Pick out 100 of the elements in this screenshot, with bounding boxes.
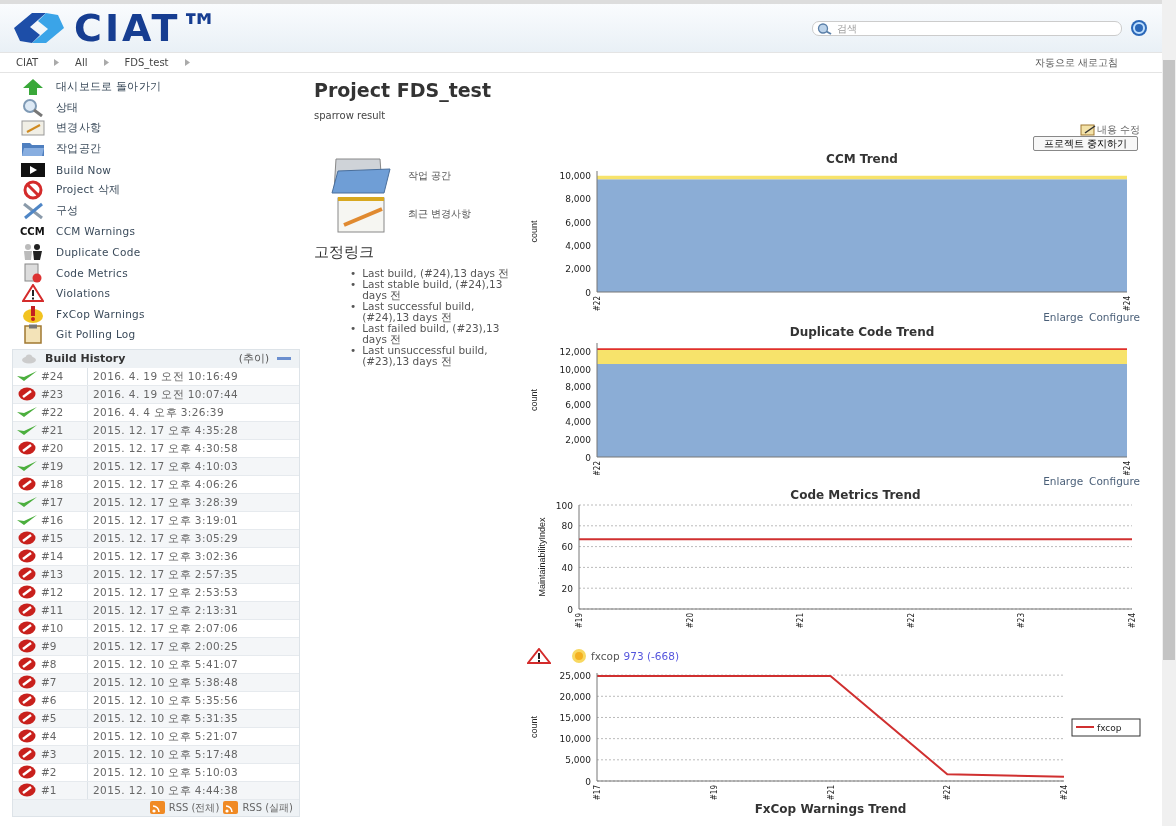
edit-description-link[interactable]: 내용 수정	[1096, 123, 1140, 137]
search-field[interactable]: 검색	[812, 20, 1122, 36]
scrollbar-thumb[interactable]	[1163, 60, 1175, 660]
axis-label: count	[529, 716, 539, 738]
build-number-link[interactable]: #20	[41, 442, 87, 455]
build-date-link[interactable]: 2015. 12. 10 오후 5:17:48	[87, 745, 299, 763]
breadcrumb-link[interactable]: FDS_test	[124, 57, 169, 68]
chart-link[interactable]: Enlarge	[1043, 475, 1084, 489]
chart-legend: fxcop	[1071, 718, 1141, 737]
sidebar-item[interactable]: CCM CCM Warnings	[20, 221, 310, 242]
collapse-icon[interactable]	[277, 356, 291, 361]
sidebar-item[interactable]: Violations	[20, 282, 310, 304]
build-number-link[interactable]: #15	[41, 532, 87, 545]
sidebar-item[interactable]: Build Now	[20, 159, 310, 180]
chart-link[interactable]: Configure	[1089, 311, 1140, 325]
permalink[interactable]: Last stable build, (#24),13 days 전	[362, 279, 519, 301]
build-date-link[interactable]: 2015. 12. 17 오후 2:00:25	[87, 637, 299, 655]
build-date-link[interactable]: 2015. 12. 10 오후 5:21:07	[87, 727, 299, 745]
build-number-link[interactable]: #7	[41, 676, 87, 689]
bullet-mark: •	[350, 345, 357, 358]
build-date-link[interactable]: 2015. 12. 17 오후 4:30:58	[87, 439, 299, 457]
build-date-link[interactable]: 2015. 12. 17 오후 2:07:06	[87, 619, 299, 637]
build-number-link[interactable]: #14	[41, 550, 87, 563]
rss-link[interactable]: RSS (실패)	[242, 800, 293, 815]
permalink[interactable]: Last build, (#24),13 days 전	[362, 268, 510, 279]
build-date-link[interactable]: 2015. 12. 17 오후 4:35:28	[87, 421, 299, 439]
axis-label: count	[529, 389, 539, 411]
tick-label: 60	[561, 542, 573, 553]
sidebar-item[interactable]: 상태	[20, 97, 310, 119]
sidebar-item[interactable]: Git Polling Log	[20, 324, 310, 345]
disable-project-button[interactable]: 프로젝트 중지하기	[1032, 136, 1138, 151]
build-date-link[interactable]: 2015. 12. 10 오후 5:31:35	[87, 709, 299, 727]
build-date-link[interactable]: 2015. 12. 10 오후 5:41:07	[87, 655, 299, 673]
sidebar-item[interactable]: 대시보드로 돌아가기	[20, 77, 310, 98]
shortcut-link[interactable]: 최근 변경사항	[408, 207, 472, 221]
build-number-link[interactable]: #1	[41, 784, 87, 797]
tick-label: #19	[709, 785, 719, 801]
build-number-link[interactable]: #23	[41, 388, 87, 401]
sidebar-item[interactable]: 구성	[20, 200, 310, 222]
build-date-link[interactable]: 2015. 12. 17 오후 3:28:39	[87, 493, 299, 511]
tick-label: #24	[1123, 296, 1132, 311]
build-date-link[interactable]: 2015. 12. 17 오후 3:02:36	[87, 547, 299, 565]
project-title: Project FDS_test	[314, 79, 492, 101]
build-number-link[interactable]: #21	[41, 424, 87, 437]
sidebar-item[interactable]: 작업공간	[20, 138, 310, 160]
build-date-link[interactable]: 2015. 12. 10 오후 4:44:38	[87, 781, 299, 799]
build-date-link[interactable]: 2015. 12. 10 오후 5:35:56	[87, 691, 299, 709]
build-number-link[interactable]: #8	[41, 658, 87, 671]
sidebar-item[interactable]: Project 삭제	[20, 179, 310, 201]
build-date-link[interactable]: 2015. 12. 10 오후 5:10:03	[87, 763, 299, 781]
shortcut-link[interactable]: 작업 공간	[408, 169, 452, 183]
build-date-link[interactable]: 2016. 4. 19 오전 10:16:49	[87, 367, 299, 385]
tick-label: 6,000	[565, 217, 591, 228]
build-number-link[interactable]: #6	[41, 694, 87, 707]
chart-link[interactable]: Enlarge	[1043, 311, 1084, 325]
permalink[interactable]: Last successful build, (#24),13 days 전	[362, 301, 519, 323]
build-date-link[interactable]: 2015. 12. 10 오후 5:38:48	[87, 673, 299, 691]
permalink[interactable]: Last failed build, (#23),13 days 전	[362, 323, 519, 345]
sidebar-item[interactable]: 변경사항	[20, 118, 310, 139]
bullet-mark: •	[350, 323, 357, 336]
help-icon[interactable]	[1130, 19, 1148, 37]
build-date-link[interactable]: 2015. 12. 17 오후 2:57:35	[87, 565, 299, 583]
build-date-link[interactable]: 2015. 12. 17 오후 3:19:01	[87, 511, 299, 529]
build-number-link[interactable]: #11	[41, 604, 87, 617]
build-number-link[interactable]: #12	[41, 586, 87, 599]
build-number-link[interactable]: #17	[41, 496, 87, 509]
auto-refresh-link[interactable]: 자동으로 새로고침	[1034, 55, 1118, 70]
build-number-link[interactable]: #3	[41, 748, 87, 761]
rss-link[interactable]: RSS (전체)	[168, 800, 220, 815]
build-number-link[interactable]: #13	[41, 568, 87, 581]
build-number-link[interactable]: #18	[41, 478, 87, 491]
tick-label: #22	[593, 461, 602, 475]
sidebar-item[interactable]: Duplicate Code	[20, 241, 310, 263]
build-date-link[interactable]: 2015. 12. 17 오후 2:53:53	[87, 583, 299, 601]
up-arrow-icon	[23, 79, 43, 96]
build-number-link[interactable]: #4	[41, 730, 87, 743]
fxcop-count-link[interactable]: 973 (-668)	[623, 650, 679, 662]
build-date-link[interactable]: 2016. 4. 19 오전 10:07:44	[87, 385, 299, 403]
build-number-link[interactable]: #5	[41, 712, 87, 725]
breadcrumb-link[interactable]: All	[75, 57, 88, 68]
build-date-link[interactable]: 2015. 12. 17 오후 4:10:03	[87, 457, 299, 475]
trend-link[interactable]: (추이)	[238, 351, 269, 366]
build-number-link[interactable]: #19	[41, 460, 87, 473]
tick-label: 12,000	[559, 347, 591, 358]
permalink[interactable]: Last unsuccessful build, (#23),13 days 전	[362, 345, 519, 367]
build-number-link[interactable]: #22	[41, 406, 87, 419]
build-date-link[interactable]: 2015. 12. 17 오후 2:13:31	[87, 601, 299, 619]
build-number-link[interactable]: #9	[41, 640, 87, 653]
build-number-link[interactable]: #16	[41, 514, 87, 527]
build-number-link[interactable]: #10	[41, 622, 87, 635]
build-number-link[interactable]: #24	[41, 370, 87, 383]
build-date-link[interactable]: 2015. 12. 17 오후 4:06:26	[87, 475, 299, 493]
sidebar-item[interactable]: Code Metrics	[20, 262, 310, 283]
scrollbar[interactable]	[1162, 0, 1176, 826]
chart-link[interactable]: Configure	[1089, 475, 1140, 489]
breadcrumb-link[interactable]: CIAT	[16, 57, 39, 68]
build-date-link[interactable]: 2015. 12. 17 오후 3:05:29	[87, 529, 299, 547]
build-number-link[interactable]: #2	[41, 766, 87, 779]
sidebar-item[interactable]: FxCop Warnings	[20, 303, 310, 325]
build-date-link[interactable]: 2016. 4. 4 오후 3:26:39	[87, 403, 299, 421]
